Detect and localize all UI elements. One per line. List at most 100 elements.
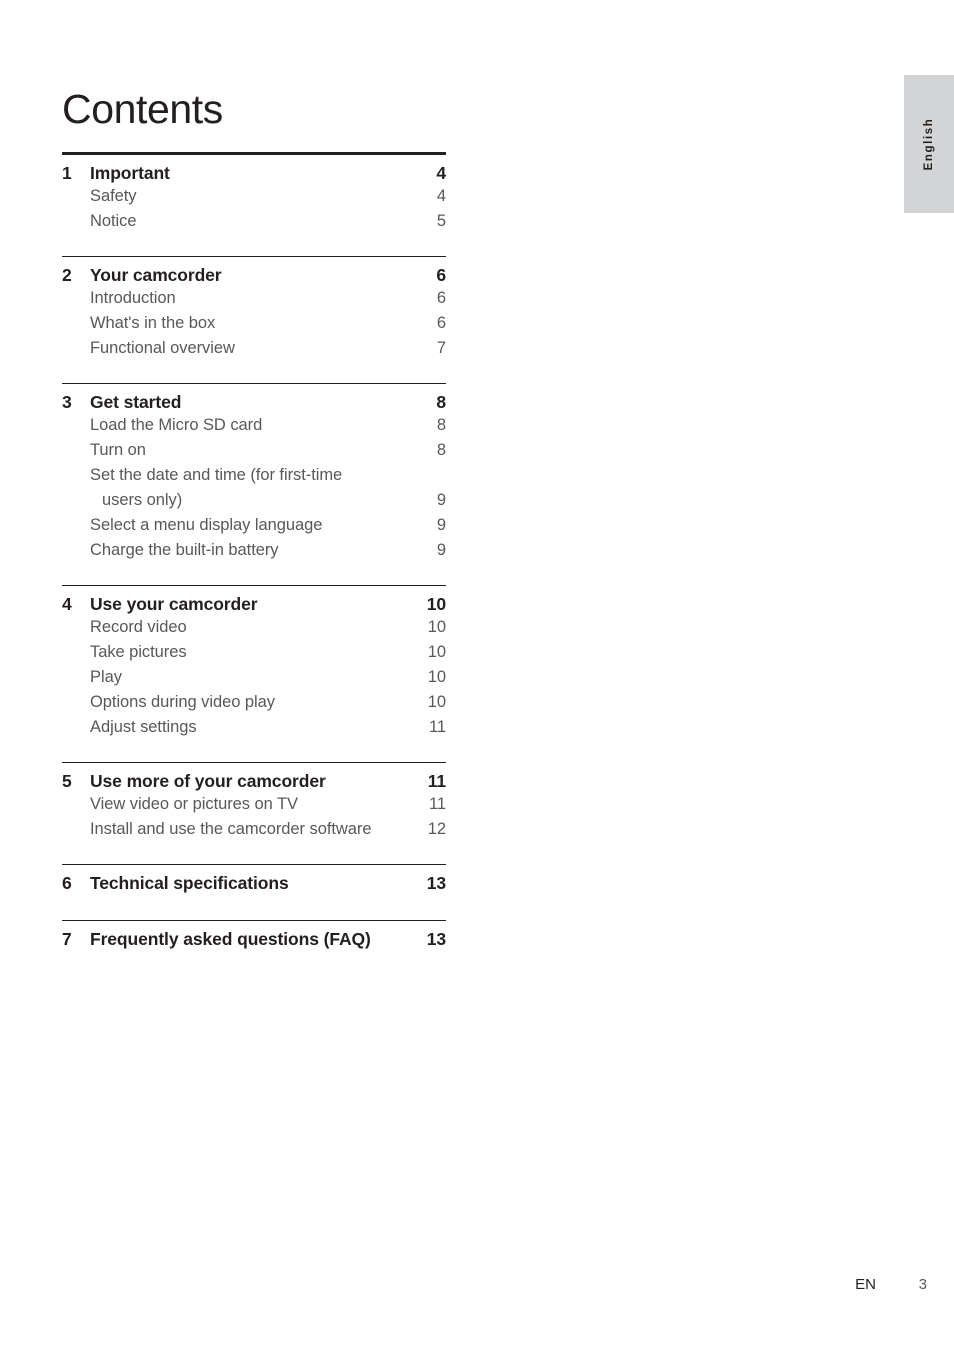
section-number: 3 bbox=[62, 391, 72, 412]
toc-entry-page-number: 8 bbox=[436, 415, 446, 434]
page-title: Contents bbox=[62, 86, 223, 133]
toc-entry-list: Load the Micro SD card 8 Turn on 8 Set the d… bbox=[62, 413, 446, 563]
toc-section-header[interactable]: 1 Important 4 bbox=[62, 155, 446, 184]
toc-entry-page-number: 11 bbox=[428, 717, 446, 736]
section-title: Technical specifications bbox=[90, 872, 289, 893]
toc-entry[interactable]: Load the Micro SD card 8 bbox=[62, 413, 446, 438]
toc-entry-list: Safety 4 Notice 5 bbox=[62, 184, 446, 234]
toc-entry-list: Introduction 6 What's in the box 6 Functiona… bbox=[62, 286, 446, 361]
toc-entry[interactable]: Options during video play 10 bbox=[62, 690, 446, 715]
toc-entry-page-number: 10 bbox=[427, 642, 446, 661]
language-tab-label: English bbox=[923, 117, 935, 171]
toc-entry[interactable]: Notice 5 bbox=[62, 209, 446, 234]
toc-entry-label-line: Install and use the camcorder software bbox=[90, 819, 372, 838]
toc-section-header[interactable]: 3 Get started 8 bbox=[62, 384, 446, 413]
toc-section-header[interactable]: 5 Use more of your camcorder 11 bbox=[62, 763, 446, 792]
toc-entry-label: Select a menu display language bbox=[90, 513, 422, 538]
toc-entry[interactable]: Safety 4 bbox=[62, 184, 446, 209]
toc-entry-page-number: 6 bbox=[436, 313, 446, 332]
language-tab: English bbox=[904, 75, 954, 213]
section-page-number: 10 bbox=[426, 593, 446, 614]
toc-entry[interactable]: Take pictures 10 bbox=[62, 640, 446, 665]
toc-section: 1 Important 4 Safety 4 Notice 5 bbox=[62, 152, 446, 234]
toc-entry-label: Functional overview bbox=[90, 336, 422, 361]
toc-entry-page-number: 9 bbox=[436, 490, 446, 509]
toc-section-header[interactable]: 7 Frequently asked questions (FAQ) 13 bbox=[62, 921, 446, 950]
section-title: Get started bbox=[90, 391, 182, 412]
toc-entry[interactable]: Record video 10 bbox=[62, 615, 446, 640]
toc-entry-label-line: Options during video play bbox=[90, 692, 275, 711]
section-number: 7 bbox=[62, 928, 72, 949]
section-number: 6 bbox=[62, 872, 72, 893]
toc-entry-label: Play bbox=[90, 665, 422, 690]
section-title: Frequently asked questions (FAQ) bbox=[90, 928, 371, 949]
section-page-number: 6 bbox=[436, 264, 446, 285]
toc-entry-label-line: Take pictures bbox=[90, 642, 187, 661]
section-page-number: 4 bbox=[436, 162, 446, 183]
toc-entry-label-line: Select a menu display language bbox=[90, 515, 323, 534]
toc-entry-label-line: Charge the built-in battery bbox=[90, 540, 279, 559]
section-number: 2 bbox=[62, 264, 72, 285]
section-title: Use more of your camcorder bbox=[90, 770, 326, 791]
toc-entry[interactable]: What's in the box 6 bbox=[62, 311, 446, 336]
toc-entry-label: What's in the box bbox=[90, 311, 422, 336]
footer-page-number: 3 bbox=[918, 1276, 927, 1293]
toc-section: 4 Use your camcorder 10 Record video 10 Take … bbox=[62, 584, 446, 740]
toc-entry-label: Set the date and time (for first-time use… bbox=[90, 463, 422, 513]
footer-language-code: EN bbox=[855, 1276, 876, 1293]
toc-entry-page-number: 5 bbox=[436, 211, 446, 230]
toc-entry[interactable]: Turn on 8 bbox=[62, 438, 446, 463]
toc-entry[interactable]: Adjust settings 11 bbox=[62, 715, 446, 740]
toc-entry-label-line: Introduction bbox=[90, 288, 176, 307]
toc-entry-label: Record video bbox=[90, 615, 422, 640]
toc-entry-page-number: 6 bbox=[436, 288, 446, 307]
section-number: 4 bbox=[62, 593, 72, 614]
toc-entry-page-number: 9 bbox=[436, 515, 446, 534]
toc-entry[interactable]: Charge the built-in battery 9 bbox=[62, 538, 446, 563]
toc-entry-label: Load the Micro SD card bbox=[90, 413, 422, 438]
toc-entry-label-continued: users only) bbox=[102, 490, 183, 509]
toc-entry[interactable]: Introduction 6 bbox=[62, 286, 446, 311]
toc-entry[interactable]: Install and use the camcorder software 12 bbox=[62, 817, 446, 842]
toc-entry-label-line: Record video bbox=[90, 617, 187, 636]
toc-entry-label: Options during video play bbox=[90, 690, 422, 715]
toc-section: 2 Your camcorder 6 Introduction 6 What's in t… bbox=[62, 255, 446, 361]
toc-section: 3 Get started 8 Load the Micro SD card 8 Turn… bbox=[62, 382, 446, 563]
toc-entry-label-line: Load the Micro SD card bbox=[90, 415, 263, 434]
toc-entry-page-number: 7 bbox=[436, 338, 446, 357]
toc-entry-label-line: Safety bbox=[90, 186, 137, 205]
toc-entry[interactable]: Play 10 bbox=[62, 665, 446, 690]
toc-entry[interactable]: Select a menu display language 9 bbox=[62, 513, 446, 538]
section-page-number: 13 bbox=[426, 928, 446, 949]
toc-section: 5 Use more of your camcorder 11 View video … bbox=[62, 761, 446, 842]
toc-section: 6 Technical specifications 13 bbox=[62, 863, 446, 894]
toc-entry-label: Take pictures bbox=[90, 640, 422, 665]
page-footer: EN 3 bbox=[0, 1276, 954, 1296]
toc-entry-label-line: Set the date and time (for first-time bbox=[90, 465, 343, 484]
toc-entry-label-line: Adjust settings bbox=[90, 717, 197, 736]
toc-entry-page-number: 8 bbox=[436, 440, 446, 459]
toc-section-header[interactable]: 2 Your camcorder 6 bbox=[62, 257, 446, 286]
toc-section-header[interactable]: 6 Technical specifications 13 bbox=[62, 865, 446, 894]
section-page-number: 13 bbox=[426, 872, 446, 893]
section-title: Your camcorder bbox=[90, 264, 222, 285]
section-number: 5 bbox=[62, 770, 72, 791]
toc-entry[interactable]: Set the date and time (for first-time use… bbox=[62, 463, 446, 513]
toc-entry-label: Introduction bbox=[90, 286, 422, 311]
toc-entry-page-number: 11 bbox=[428, 794, 446, 813]
toc-entry-label-line: View video or pictures on TV bbox=[90, 794, 299, 813]
toc-section-header[interactable]: 4 Use your camcorder 10 bbox=[62, 586, 446, 615]
toc-entry-label: Safety bbox=[90, 184, 422, 209]
section-title: Important bbox=[90, 162, 170, 183]
toc-entry[interactable]: View video or pictures on TV 11 bbox=[62, 792, 446, 817]
toc-entry[interactable]: Functional overview 7 bbox=[62, 336, 446, 361]
section-page-number: 8 bbox=[436, 391, 446, 412]
toc-entry-list: View video or pictures on TV 11 Install an… bbox=[62, 792, 446, 842]
toc-section: 7 Frequently asked questions (FAQ) 13 bbox=[62, 919, 446, 950]
section-title: Use your camcorder bbox=[90, 593, 258, 614]
